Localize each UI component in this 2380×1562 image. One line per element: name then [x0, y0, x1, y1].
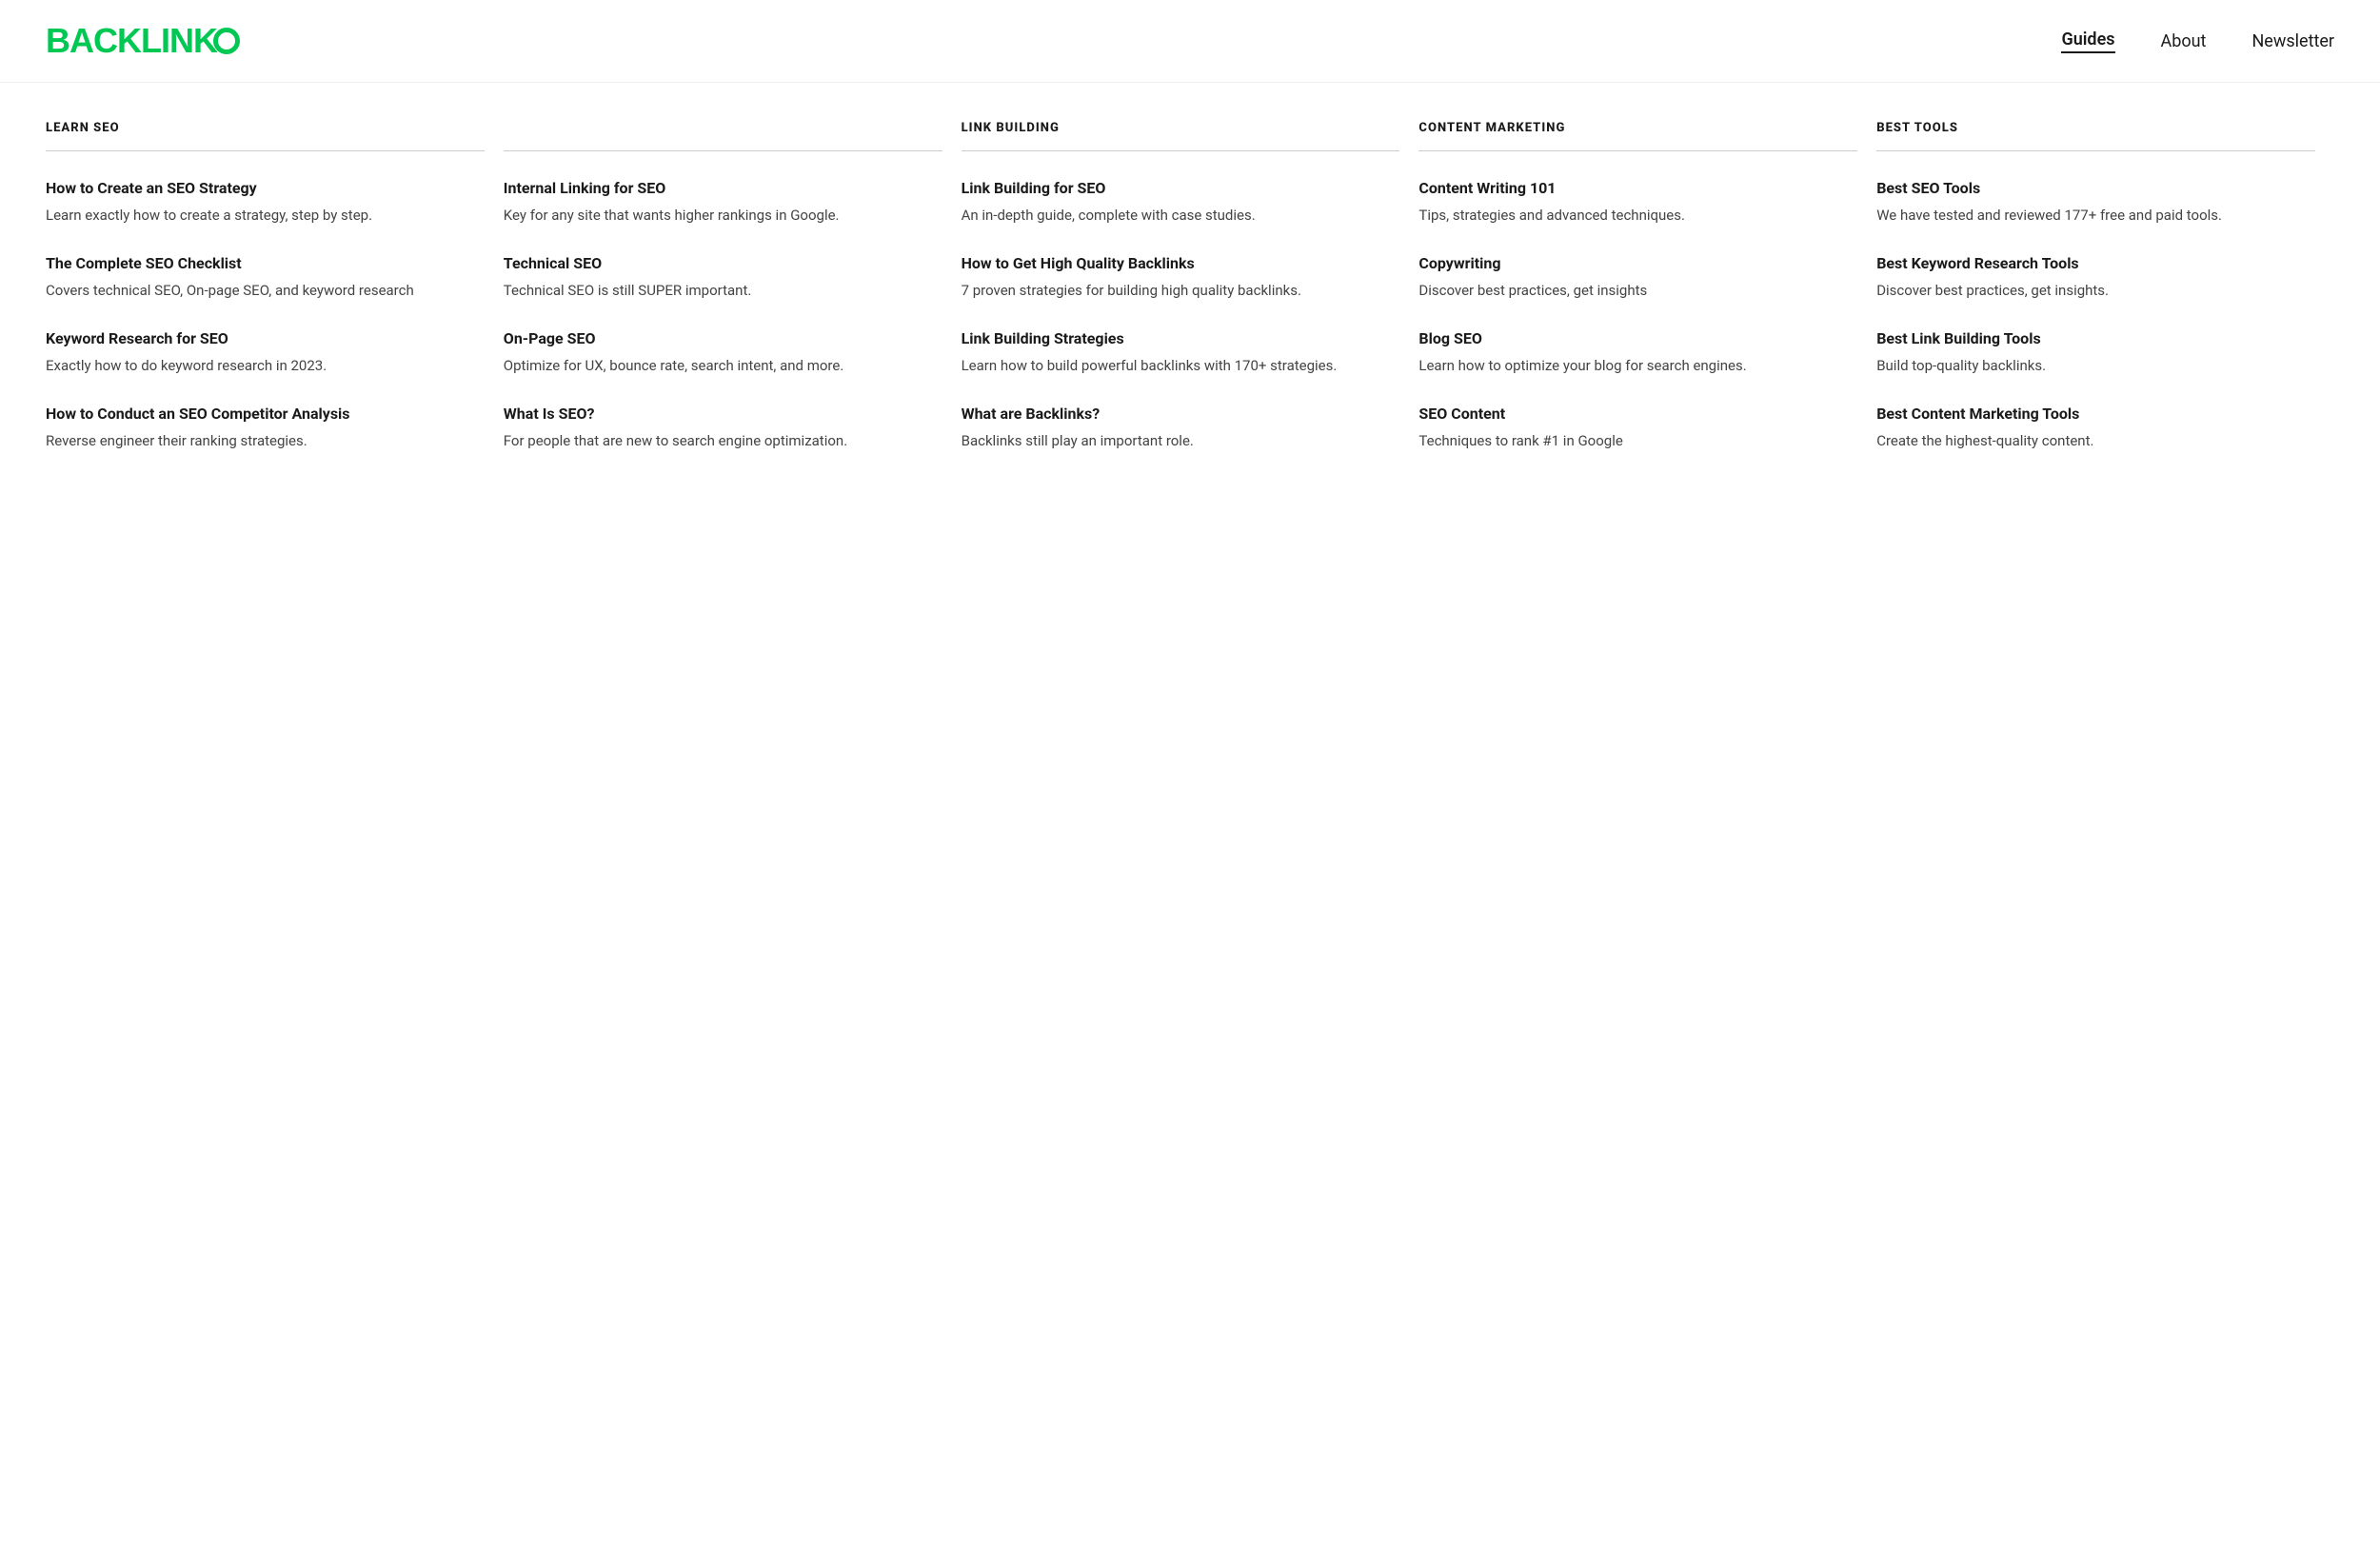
menu-item-desc-best-tools-2: Build top-quality backlinks.	[1876, 355, 2315, 377]
menu-item-desc-content-marketing-2: Learn how to optimize your blog for sear…	[1418, 355, 1857, 377]
menu-item-content-marketing-0: Content Writing 101 Tips, strategies and …	[1418, 178, 1857, 227]
divider-learn-seo-2	[504, 150, 942, 151]
menu-item-title-link-building-1[interactable]: How to Get High Quality Backlinks	[962, 253, 1400, 274]
menu-item-title-content-marketing-2[interactable]: Blog SEO	[1418, 328, 1857, 349]
menu-item-desc-learn-seo-1-2: Exactly how to do keyword research in 20…	[46, 355, 485, 377]
menu-item-desc-learn-seo-1-1: Covers technical SEO, On-page SEO, and k…	[46, 280, 485, 302]
main-content: LEARN SEO How to Create an SEO Strategy L…	[0, 83, 2380, 517]
menu-item-learn-seo-2-0: Internal Linking for SEO Key for any site…	[504, 178, 942, 227]
menu-item-learn-seo-1-2: Keyword Research for SEO Exactly how to d…	[46, 328, 485, 377]
menu-item-desc-link-building-2: Learn how to build powerful backlinks wi…	[962, 355, 1400, 377]
divider-best-tools	[1876, 150, 2315, 151]
menu-item-title-link-building-0[interactable]: Link Building for SEO	[962, 178, 1400, 199]
menu-item-title-content-marketing-3[interactable]: SEO Content	[1418, 404, 1857, 425]
main-nav: Guides About Newsletter	[2061, 30, 2334, 53]
menu-item-learn-seo-2-1: Technical SEO Technical SEO is still SUPE…	[504, 253, 942, 302]
menu-item-best-tools-0: Best SEO Tools We have tested and reviewe…	[1876, 178, 2315, 227]
menu-item-title-content-marketing-1[interactable]: Copywriting	[1418, 253, 1857, 274]
menu-item-title-learn-seo-2-0[interactable]: Internal Linking for SEO	[504, 178, 942, 199]
nav-newsletter[interactable]: Newsletter	[2251, 31, 2334, 51]
column-header-learn-seo: LEARN SEO	[46, 121, 485, 135]
menu-item-title-learn-seo-1-2[interactable]: Keyword Research for SEO	[46, 328, 485, 349]
divider-link-building	[962, 150, 1400, 151]
column-best-tools: BEST TOOLS Best SEO Tools We have tested …	[1876, 121, 2334, 479]
menu-item-title-learn-seo-1-1[interactable]: The Complete SEO Checklist	[46, 253, 485, 274]
column-3-items: Content Writing 101 Tips, strategies and …	[1418, 178, 1857, 452]
column-learn-seo-2: Internal Linking for SEO Key for any site…	[504, 121, 962, 479]
column-0-items: How to Create an SEO Strategy Learn exact…	[46, 178, 485, 452]
menu-item-desc-best-tools-1: Discover best practices, get insights.	[1876, 280, 2315, 302]
nav-guides[interactable]: Guides	[2061, 30, 2114, 53]
divider-learn-seo	[46, 150, 485, 151]
menu-item-desc-learn-seo-2-0: Key for any site that wants higher ranki…	[504, 205, 942, 227]
menu-item-title-link-building-3[interactable]: What are Backlinks?	[962, 404, 1400, 425]
column-header-content-marketing: CONTENT MARKETING	[1418, 121, 1857, 135]
column-2-items: Link Building for SEO An in-depth guide, …	[962, 178, 1400, 452]
menu-item-title-learn-seo-2-1[interactable]: Technical SEO	[504, 253, 942, 274]
divider-content-marketing	[1418, 150, 1857, 151]
menu-item-link-building-2: Link Building Strategies Learn how to bui…	[962, 328, 1400, 377]
menu-item-link-building-0: Link Building for SEO An in-depth guide, …	[962, 178, 1400, 227]
menu-item-desc-best-tools-3: Create the highest-quality content.	[1876, 430, 2315, 452]
site-header: BACKLINK Guides About Newsletter	[0, 0, 2380, 83]
menu-item-desc-learn-seo-2-2: Optimize for UX, bounce rate, search int…	[504, 355, 942, 377]
menu-item-title-best-tools-2[interactable]: Best Link Building Tools	[1876, 328, 2315, 349]
menu-item-title-best-tools-1[interactable]: Best Keyword Research Tools	[1876, 253, 2315, 274]
column-content-marketing: CONTENT MARKETING Content Writing 101 Tip…	[1418, 121, 1876, 479]
column-header-blank	[504, 121, 942, 135]
menu-item-desc-link-building-1: 7 proven strategies for building high qu…	[962, 280, 1400, 302]
menu-item-content-marketing-3: SEO Content Techniques to rank #1 in Goog…	[1418, 404, 1857, 452]
menu-item-best-tools-1: Best Keyword Research Tools Discover best…	[1876, 253, 2315, 302]
menu-item-desc-learn-seo-2-3: For people that are new to search engine…	[504, 430, 942, 452]
menu-item-title-content-marketing-0[interactable]: Content Writing 101	[1418, 178, 1857, 199]
menu-item-title-learn-seo-1-3[interactable]: How to Conduct an SEO Competitor Analysi…	[46, 404, 485, 425]
menu-item-desc-learn-seo-2-1: Technical SEO is still SUPER important.	[504, 280, 942, 302]
menu-item-desc-link-building-3: Backlinks still play an important role.	[962, 430, 1400, 452]
menu-item-desc-link-building-0: An in-depth guide, complete with case st…	[962, 205, 1400, 227]
nav-about[interactable]: About	[2161, 31, 2207, 51]
column-4-items: Best SEO Tools We have tested and reviewe…	[1876, 178, 2315, 452]
site-logo[interactable]: BACKLINK	[46, 21, 240, 61]
menu-item-link-building-3: What are Backlinks? Backlinks still play …	[962, 404, 1400, 452]
menu-item-desc-learn-seo-1-0: Learn exactly how to create a strategy, …	[46, 205, 485, 227]
column-learn-seo-1: LEARN SEO How to Create an SEO Strategy L…	[46, 121, 504, 479]
menu-item-learn-seo-2-3: What Is SEO? For people that are new to s…	[504, 404, 942, 452]
menu-item-desc-content-marketing-1: Discover best practices, get insights	[1418, 280, 1857, 302]
menu-item-title-learn-seo-2-3[interactable]: What Is SEO?	[504, 404, 942, 425]
menu-item-desc-content-marketing-3: Techniques to rank #1 in Google	[1418, 430, 1857, 452]
menu-item-learn-seo-1-0: How to Create an SEO Strategy Learn exact…	[46, 178, 485, 227]
menu-item-best-tools-2: Best Link Building Tools Build top-qualit…	[1876, 328, 2315, 377]
column-1-items: Internal Linking for SEO Key for any site…	[504, 178, 942, 452]
menu-item-learn-seo-1-1: The Complete SEO Checklist Covers technic…	[46, 253, 485, 302]
menu-item-best-tools-3: Best Content Marketing Tools Create the h…	[1876, 404, 2315, 452]
column-header-best-tools: BEST TOOLS	[1876, 121, 2315, 135]
menu-item-title-learn-seo-1-0[interactable]: How to Create an SEO Strategy	[46, 178, 485, 199]
menu-item-learn-seo-2-2: On-Page SEO Optimize for UX, bounce rate,…	[504, 328, 942, 377]
menu-item-link-building-1: How to Get High Quality Backlinks 7 prove…	[962, 253, 1400, 302]
menu-item-desc-best-tools-0: We have tested and reviewed 177+ free an…	[1876, 205, 2315, 227]
mega-menu: LEARN SEO How to Create an SEO Strategy L…	[46, 121, 2334, 479]
column-header-link-building: LINK BUILDING	[962, 121, 1400, 135]
menu-item-title-best-tools-3[interactable]: Best Content Marketing Tools	[1876, 404, 2315, 425]
menu-item-learn-seo-1-3: How to Conduct an SEO Competitor Analysi…	[46, 404, 485, 452]
menu-item-title-best-tools-0[interactable]: Best SEO Tools	[1876, 178, 2315, 199]
menu-item-content-marketing-2: Blog SEO Learn how to optimize your blog …	[1418, 328, 1857, 377]
menu-item-desc-content-marketing-0: Tips, strategies and advanced techniques…	[1418, 205, 1857, 227]
logo-o-icon	[213, 28, 240, 54]
menu-item-content-marketing-1: Copywriting Discover best practices, get …	[1418, 253, 1857, 302]
column-link-building: LINK BUILDING Link Building for SEO An in…	[962, 121, 1419, 479]
menu-item-title-link-building-2[interactable]: Link Building Strategies	[962, 328, 1400, 349]
menu-item-desc-learn-seo-1-3: Reverse engineer their ranking strategie…	[46, 430, 485, 452]
menu-item-title-learn-seo-2-2[interactable]: On-Page SEO	[504, 328, 942, 349]
